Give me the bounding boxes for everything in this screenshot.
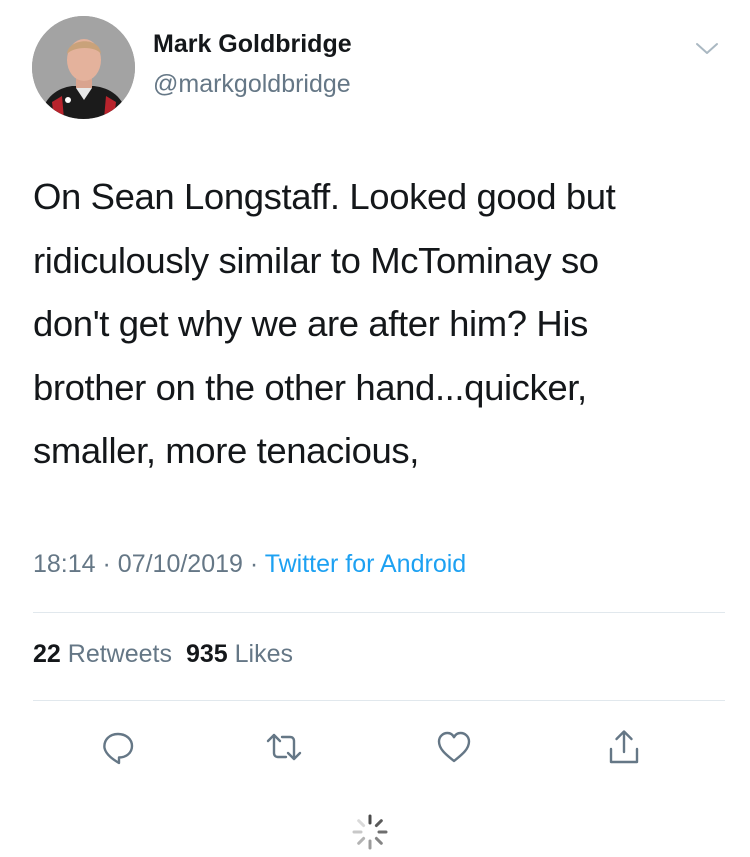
retweet-icon <box>266 733 302 761</box>
avatar[interactable] <box>32 16 135 119</box>
share-button[interactable] <box>602 725 646 769</box>
likes-stat[interactable]: 935 Likes <box>186 640 293 668</box>
tweet-stats: 22 Retweets 935 Likes <box>33 640 293 669</box>
tweet-text-line: smaller, more tenacious, <box>33 430 419 471</box>
tweet-text: On Sean Longstaff. Looked good but ridic… <box>33 165 723 483</box>
profile-photo-icon <box>32 16 135 119</box>
loading-spinner-icon <box>350 812 390 852</box>
tweet-date: 07/10/2019 <box>117 550 243 578</box>
share-icon <box>609 730 639 764</box>
retweet-button[interactable] <box>262 725 306 769</box>
likes-count: 935 <box>185 640 228 668</box>
tweet-metadata: 18:14 · 07/10/2019 · Twitter for Android <box>33 550 466 579</box>
tweet-time: 18:14 <box>33 550 96 578</box>
meta-separator: · <box>249 550 259 578</box>
like-icon <box>437 731 471 763</box>
retweets-count: 22 <box>33 640 61 668</box>
tweet-text-line: don't get why we are after him? His <box>33 303 588 344</box>
divider <box>33 700 725 701</box>
like-button[interactable] <box>432 725 476 769</box>
divider <box>33 612 725 613</box>
meta-separator: · <box>102 550 111 578</box>
author-display-name[interactable]: Mark Goldbridge <box>153 30 352 59</box>
author-handle[interactable]: @markgoldbridge <box>153 70 351 99</box>
tweet-text-line: On Sean Longstaff. Looked good but <box>33 176 616 217</box>
chevron-down-icon[interactable] <box>694 38 720 58</box>
retweets-label: Retweets <box>67 640 172 668</box>
tweet-text-line: ridiculously similar to McTominay so <box>33 239 599 281</box>
reply-button[interactable] <box>96 725 140 769</box>
likes-label: Likes <box>234 640 294 668</box>
tweet-text-line: brother on the other hand...quicker, <box>33 366 587 408</box>
retweets-stat[interactable]: 22 Retweets <box>33 640 172 668</box>
reply-icon <box>103 732 134 765</box>
tweet-source-link[interactable]: Twitter for Android <box>265 550 466 578</box>
